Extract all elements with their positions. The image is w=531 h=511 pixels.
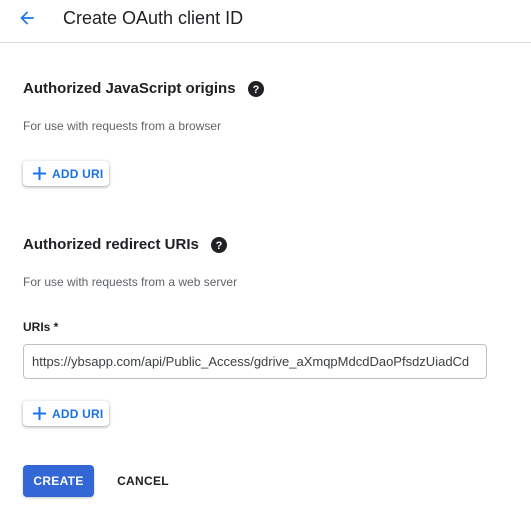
redirect-uris-section-title: Authorized redirect URIs ? xyxy=(23,236,227,254)
back-button[interactable] xyxy=(13,4,41,32)
create-oauth-client-page: Create OAuth client ID Authorized JavaSc… xyxy=(0,0,531,511)
help-icon[interactable]: ? xyxy=(247,81,264,97)
svg-text:?: ? xyxy=(252,84,259,96)
redirect-uris-description: For use with requests from a web server xyxy=(23,275,238,289)
cancel-button[interactable]: CANCEL xyxy=(108,465,178,497)
help-circle-icon: ? xyxy=(210,237,227,253)
add-uri-label: ADD URI xyxy=(52,166,104,181)
create-button[interactable]: CREATE xyxy=(23,465,94,497)
redirect-uris-title: Authorized redirect URIs xyxy=(23,236,199,253)
help-icon[interactable]: ? xyxy=(210,237,227,253)
arrow-back-icon xyxy=(20,11,34,25)
add-js-origin-uri-button[interactable]: ADD URI xyxy=(23,161,109,186)
add-uri-label: ADD URI xyxy=(52,406,104,421)
add-redirect-uri-button[interactable]: ADD URI xyxy=(23,401,109,426)
js-origins-description: For use with requests from a browser xyxy=(23,119,222,133)
page-header: Create OAuth client ID xyxy=(0,0,531,43)
plus-icon xyxy=(33,407,46,420)
page-title: Create OAuth client ID xyxy=(63,8,244,28)
js-origins-title: Authorized JavaScript origins xyxy=(23,80,236,97)
js-origins-section-title: Authorized JavaScript origins ? xyxy=(23,80,264,98)
redirect-uri-input[interactable] xyxy=(23,344,487,379)
help-circle-icon: ? xyxy=(247,81,264,97)
uris-field-label: URIs * xyxy=(23,320,59,334)
plus-icon xyxy=(33,167,46,180)
svg-text:?: ? xyxy=(216,240,223,252)
